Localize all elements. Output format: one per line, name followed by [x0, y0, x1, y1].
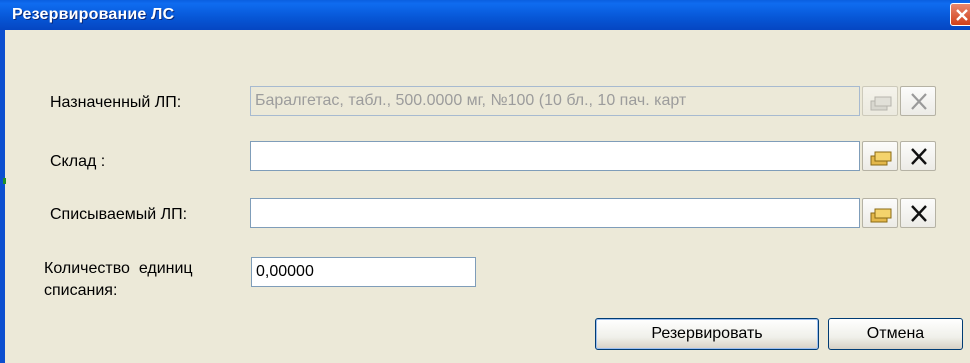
reserve-button[interactable]: Резервировать	[595, 318, 819, 350]
edge-mark	[3, 178, 6, 184]
warehouse-field[interactable]	[250, 141, 860, 171]
folders-icon	[870, 96, 892, 111]
writeoff-select-button[interactable]	[862, 198, 898, 228]
quantity-label-line1: Количество единиц	[44, 260, 193, 277]
close-button[interactable]	[950, 3, 970, 26]
assigned-select-button[interactable]	[862, 86, 898, 116]
warehouse-clear-button[interactable]	[900, 141, 936, 171]
writeoff-clear-button[interactable]	[900, 198, 936, 228]
assigned-clear-button[interactable]	[900, 86, 936, 116]
close-icon	[956, 9, 968, 21]
clear-x-icon	[911, 148, 927, 165]
quantity-input[interactable]: 0,00000	[251, 257, 476, 287]
reservation-dialog: Резервирование ЛС Назначенный ЛП: Баралг…	[0, 0, 970, 363]
window-left-border	[0, 30, 5, 363]
cancel-button[interactable]: Отмена	[828, 318, 963, 350]
warehouse-label: Склад :	[50, 153, 106, 170]
quantity-label-line2: списания:	[44, 282, 118, 299]
assigned-drug-label: Назначенный ЛП:	[50, 94, 182, 111]
folders-icon	[870, 151, 892, 166]
clear-x-icon	[911, 93, 927, 110]
writeoff-drug-label: Списываемый ЛП:	[50, 206, 188, 223]
writeoff-drug-field[interactable]	[250, 198, 860, 228]
warehouse-select-button[interactable]	[862, 141, 898, 171]
window-title: Резервирование ЛС	[12, 6, 175, 23]
assigned-drug-field[interactable]: Баралгетас, табл., 500.0000 мг, №100 (10…	[250, 86, 860, 116]
title-bar[interactable]: Резервирование ЛС	[0, 0, 970, 30]
clear-x-icon	[911, 205, 927, 222]
folders-icon	[870, 208, 892, 223]
